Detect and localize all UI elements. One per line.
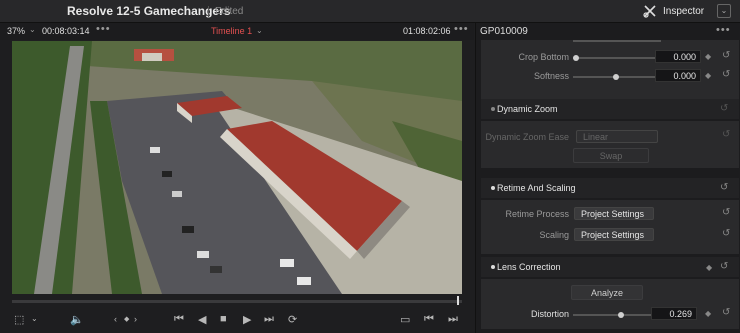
- crop-bottom-knob[interactable]: [573, 55, 579, 61]
- step-back-icon[interactable]: ◀: [198, 313, 206, 326]
- section-title: Dynamic Zoom: [497, 104, 558, 114]
- edit-status: Edited: [208, 6, 243, 17]
- reset-icon[interactable]: ↺: [720, 103, 728, 114]
- retime-process-select[interactable]: Project Settings: [574, 207, 654, 220]
- distortion-label: Distortion: [530, 309, 569, 319]
- scrubber-bar[interactable]: [12, 300, 462, 303]
- source-timecode: 00:08:03:14: [42, 26, 90, 36]
- reset-icon[interactable]: ↺: [722, 129, 730, 140]
- viewer-header: 37% ⌄ 00:08:03:14 ••• Timeline 1 ⌄ 01:08…: [0, 23, 474, 40]
- crop-bottom-slider[interactable]: [573, 57, 661, 59]
- speaker-icon[interactable]: 🔈: [70, 313, 84, 326]
- keyframe-icon[interactable]: ◆: [705, 52, 711, 61]
- project-title: Resolve 12-5 Gamechangers: [67, 4, 231, 18]
- reset-icon[interactable]: ↺: [720, 182, 728, 193]
- scaling-label: Scaling: [539, 230, 569, 240]
- distortion-value[interactable]: 0.269: [651, 307, 697, 320]
- inspector-tab-label[interactable]: Inspector: [663, 6, 704, 17]
- record-timecode: 01:08:02:06: [403, 26, 451, 36]
- scissors-icon[interactable]: [643, 4, 657, 18]
- lens-correction-header[interactable]: Lens Correction ◆ ↺: [481, 257, 739, 277]
- reset-icon[interactable]: ↺: [720, 261, 728, 272]
- zoom-ease-select[interactable]: Linear: [576, 130, 658, 143]
- scaling-select[interactable]: Project Settings: [574, 228, 654, 241]
- timecode-options-button[interactable]: •••: [454, 23, 469, 35]
- cropping-panel: Crop Bottom 0.000 ◆ ↺ Softness 0.000 ◆ ↺: [481, 40, 739, 100]
- play-icon[interactable]: ▶: [243, 313, 251, 326]
- previous-clip-icon[interactable]: ⏮: [424, 313, 434, 326]
- dynamic-zoom-panel: Dynamic Zoom Ease Linear Swap ↺: [481, 121, 739, 168]
- dropdown-icon[interactable]: ⌄: [29, 25, 36, 34]
- stop-icon[interactable]: ■: [220, 313, 227, 325]
- swap-button[interactable]: Swap: [573, 148, 649, 163]
- viewer-options-button[interactable]: •••: [96, 23, 111, 35]
- section-title: Retime And Scaling: [497, 183, 576, 193]
- retime-panel: Retime Process Project Settings ↺ Scalin…: [481, 200, 739, 254]
- playhead[interactable]: [457, 296, 459, 305]
- enable-toggle[interactable]: [491, 186, 495, 190]
- keyframe-icon[interactable]: ◆: [705, 71, 711, 80]
- softness-label: Softness: [533, 71, 569, 81]
- zoom-level[interactable]: 37%: [7, 26, 25, 36]
- title-bar: Resolve 12-5 Gamechangers Edited Inspect…: [0, 0, 740, 23]
- lens-correction-panel: Analyze Distortion 0.269 ◆ ↺: [481, 279, 739, 329]
- transport-controls: ⬚ ⌄ 🔈 ‹ ◆ › ⏮ ◀ ■ ▶ ⏭ ⟳ ▭ ⏮ ⏭: [0, 307, 474, 333]
- reset-icon[interactable]: ↺: [722, 228, 730, 239]
- retime-header[interactable]: Retime And Scaling ↺: [481, 178, 739, 198]
- dropdown-icon[interactable]: ⌄: [31, 314, 38, 323]
- enable-toggle[interactable]: [491, 107, 495, 111]
- next-clip-icon[interactable]: ⏭: [448, 313, 458, 326]
- dropdown-icon[interactable]: ⌄: [256, 26, 263, 35]
- keyframe-icon[interactable]: ◆: [705, 309, 711, 318]
- reset-icon[interactable]: ↺: [722, 207, 730, 218]
- analyze-button[interactable]: Analyze: [571, 285, 643, 300]
- timeline-selector[interactable]: Timeline 1: [211, 26, 252, 36]
- prev-frame-icon[interactable]: ‹: [114, 314, 117, 324]
- distortion-slider[interactable]: [573, 314, 653, 316]
- section-title: Lens Correction: [497, 262, 561, 272]
- softness-value[interactable]: 0.000: [655, 69, 701, 82]
- loop-icon[interactable]: ⟳: [288, 313, 297, 326]
- inspector-options-button[interactable]: •••: [716, 24, 731, 36]
- enable-toggle[interactable]: [491, 265, 495, 269]
- clip-bounds-icon[interactable]: ▭: [400, 313, 410, 326]
- jump-end-icon[interactable]: ⏭: [264, 313, 274, 326]
- next-frame-icon[interactable]: ›: [134, 314, 137, 324]
- inspector-panel: GP010009 ••• Crop Bottom 0.000 ◆ ↺ Softn…: [475, 23, 740, 333]
- safe-area-icon[interactable]: ⬚: [14, 313, 24, 326]
- distortion-knob[interactable]: [618, 312, 624, 318]
- retime-process-label: Retime Process: [505, 209, 569, 219]
- keyframe-icon[interactable]: ◆: [706, 263, 712, 272]
- jump-start-icon[interactable]: ⏮: [174, 313, 184, 326]
- crop-bottom-value[interactable]: 0.000: [655, 50, 701, 63]
- expand-icon[interactable]: ⌄: [717, 4, 731, 18]
- clip-name: GP010009: [480, 26, 528, 37]
- aerial-image: [12, 41, 462, 294]
- video-frame[interactable]: [12, 41, 462, 294]
- dynamic-zoom-header[interactable]: Dynamic Zoom ↺: [481, 99, 739, 119]
- reset-icon[interactable]: ↺: [722, 307, 730, 318]
- zoom-ease-label: Dynamic Zoom Ease: [485, 132, 569, 142]
- reset-icon[interactable]: ↺: [722, 69, 730, 80]
- reset-icon[interactable]: ↺: [722, 50, 730, 61]
- crop-bottom-label: Crop Bottom: [518, 52, 569, 62]
- keyframe-icon[interactable]: ◆: [124, 315, 129, 323]
- softness-knob[interactable]: [613, 74, 619, 80]
